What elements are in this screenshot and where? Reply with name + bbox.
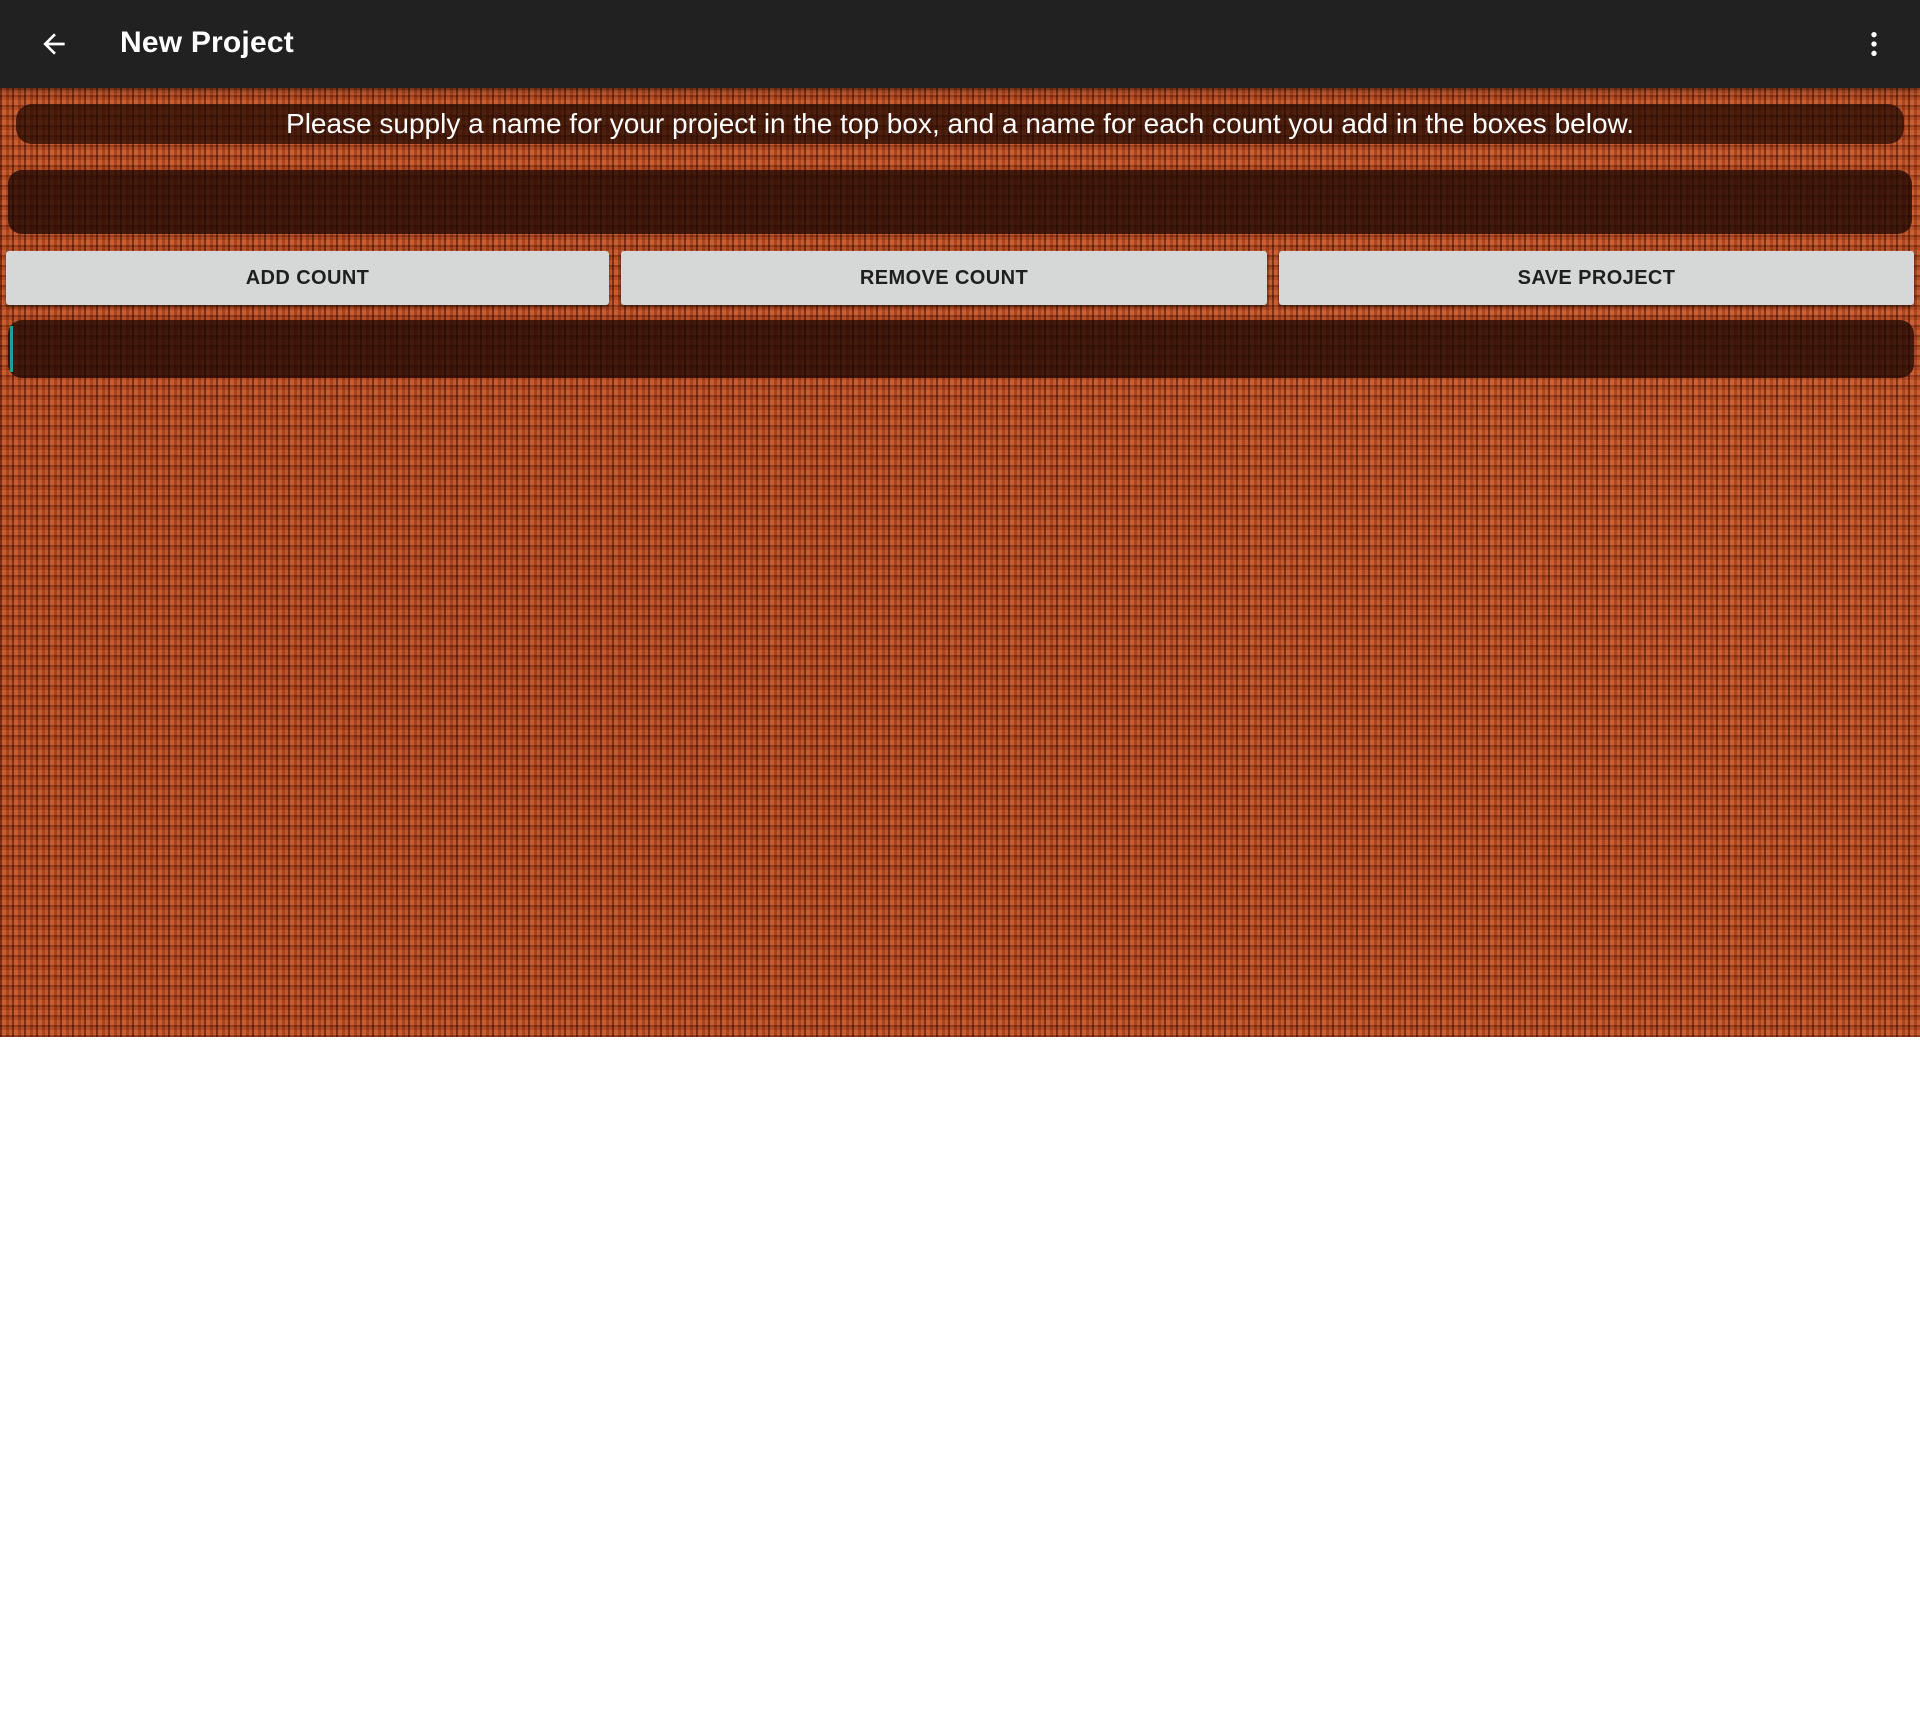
more-vert-icon [1871,32,1877,56]
project-name-input[interactable] [8,170,1912,234]
overflow-menu-button[interactable] [1842,12,1906,76]
new-project-screen: New Project Please supply a name for you… [0,0,1920,1733]
back-button[interactable] [22,12,86,76]
add-count-button[interactable]: ADD COUNT [6,251,609,305]
text-cursor [10,326,13,372]
page-title: New Project [120,26,294,59]
count-name-input[interactable] [8,320,1914,378]
remove-count-button[interactable]: REMOVE COUNT [621,251,1267,305]
app-bar: New Project [0,0,1920,88]
empty-area [0,1037,1920,1733]
save-project-button[interactable]: SAVE PROJECT [1279,251,1914,305]
knit-background-area: Please supply a name for your project in… [0,88,1920,1037]
arrow-left-icon [43,33,65,55]
instructions-text: Please supply a name for your project in… [16,104,1904,144]
